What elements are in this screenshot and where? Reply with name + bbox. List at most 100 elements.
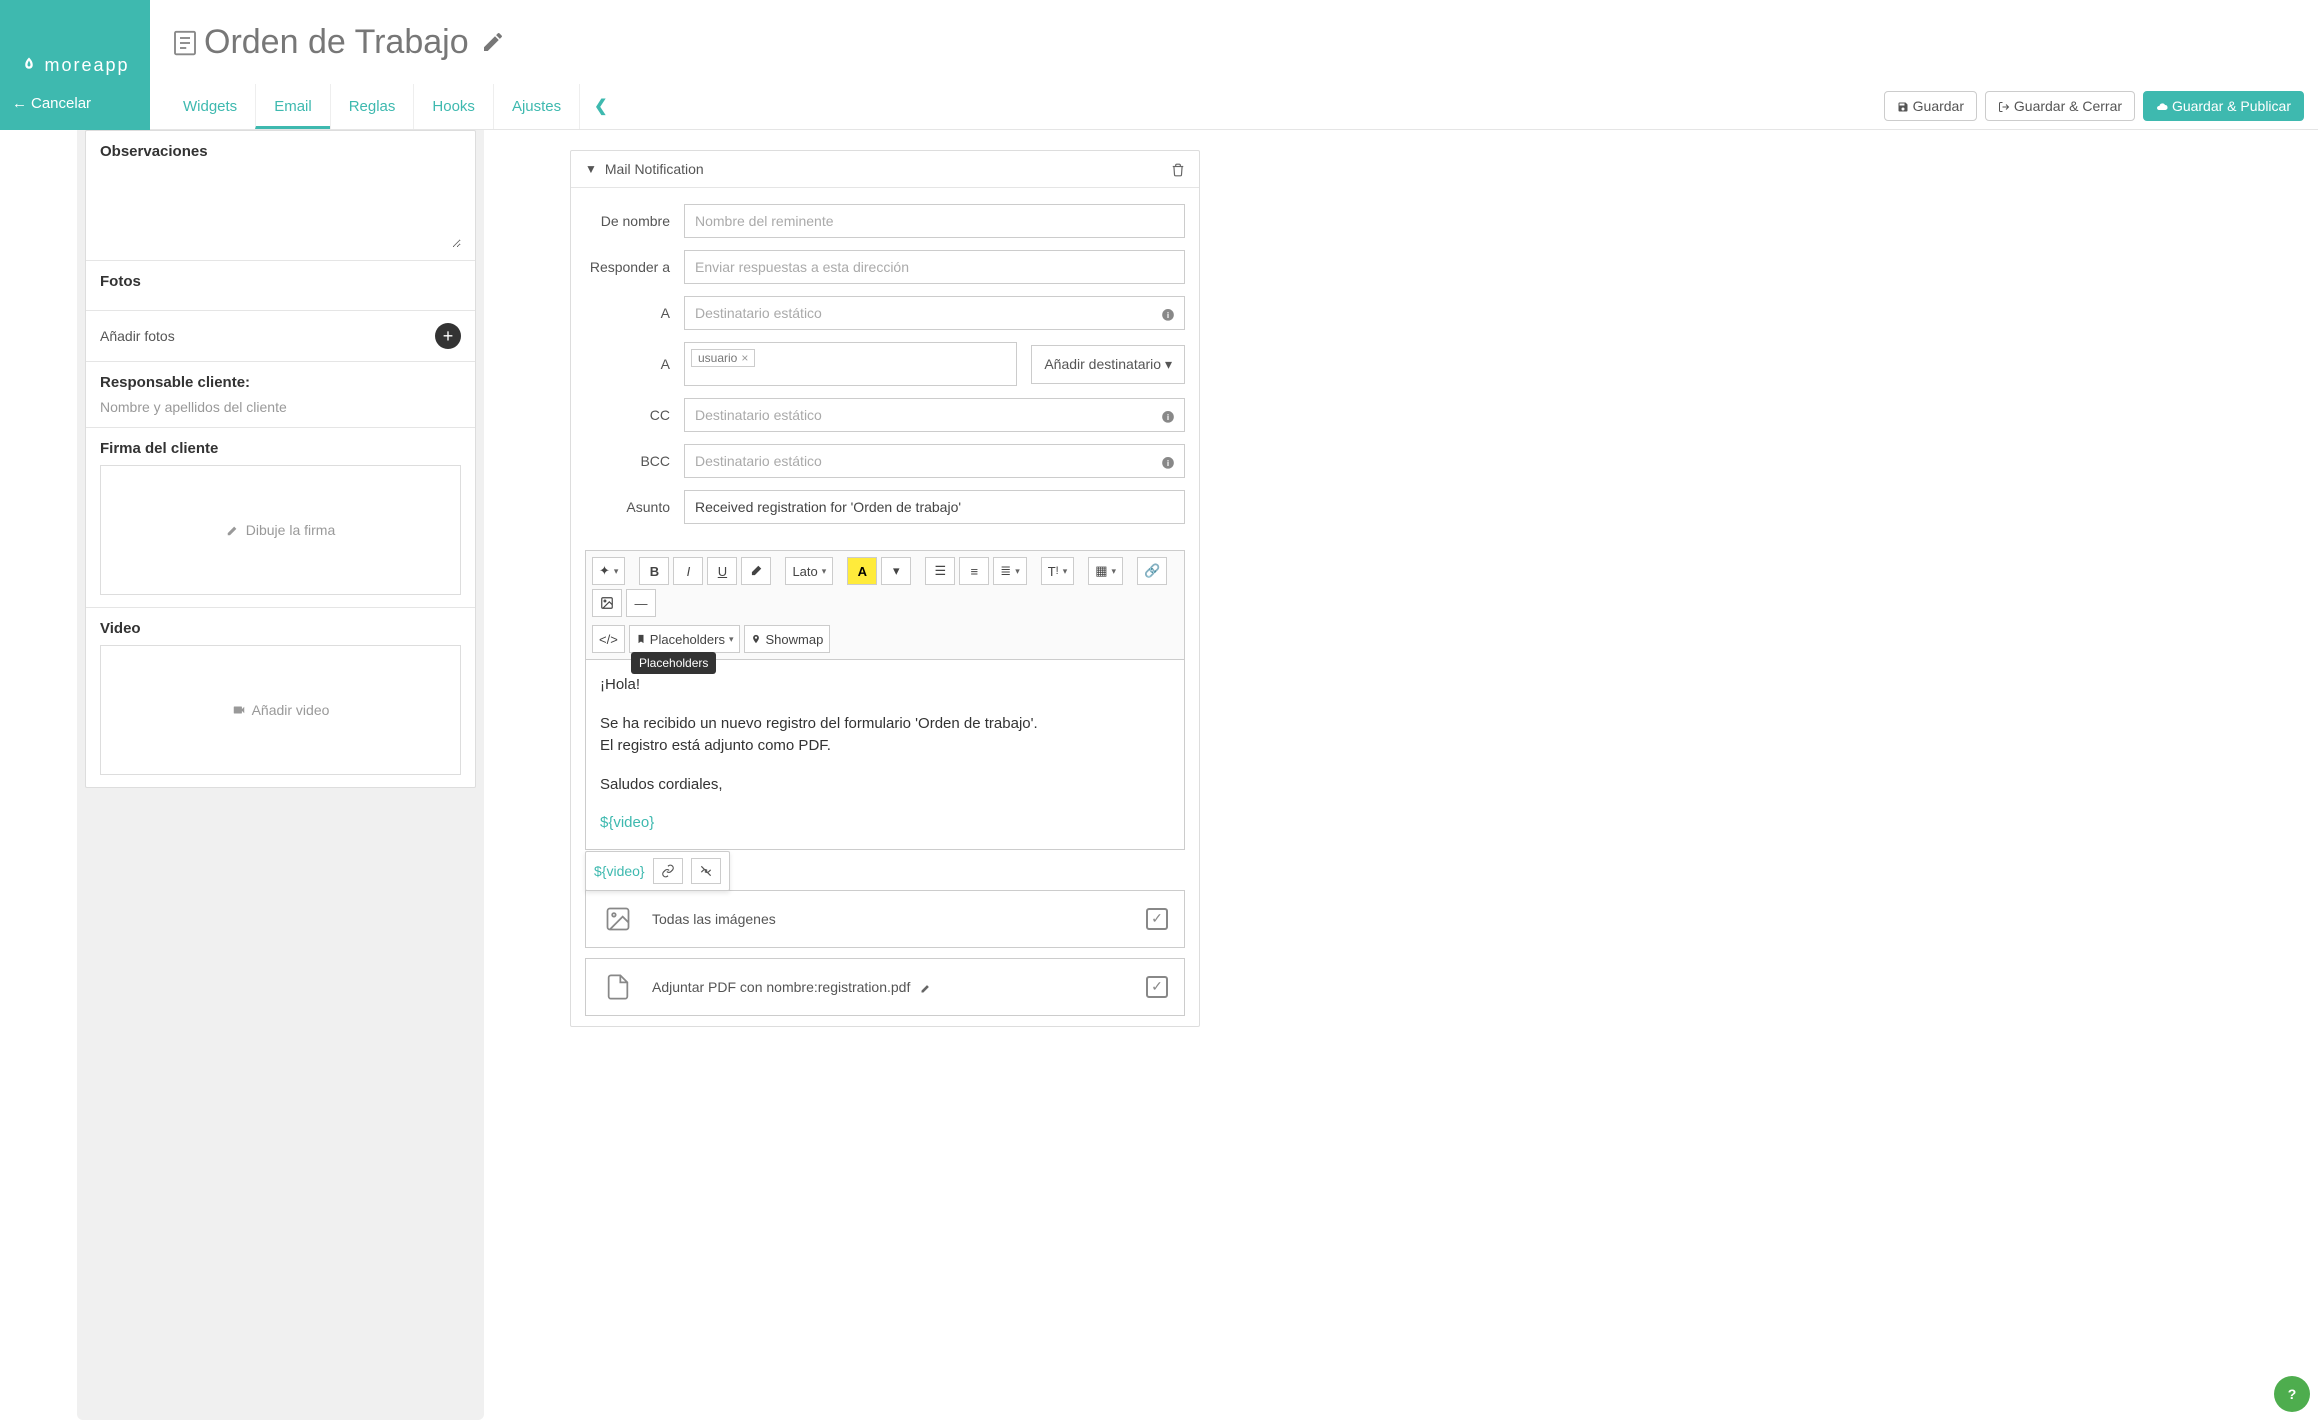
label-responder: Responder a	[585, 259, 670, 275]
card-title: Mail Notification	[605, 161, 704, 177]
add-recipient-button[interactable]: Añadir destinatario ▾	[1031, 345, 1185, 384]
label-a-static: A	[585, 305, 670, 321]
observaciones-label: Observaciones	[100, 143, 461, 160]
anadir-fotos-label: Añadir fotos	[100, 328, 175, 344]
info-icon[interactable]: i	[1161, 305, 1175, 321]
pdf-icon	[602, 971, 634, 1003]
placeholders-tooltip: Placeholders	[631, 652, 716, 674]
tab-ajustes[interactable]: Ajustes	[493, 84, 579, 129]
asunto-input[interactable]	[684, 490, 1185, 524]
responsable-placeholder: Nombre y apellidos del cliente	[100, 399, 461, 415]
all-images-label: Todas las imágenes	[652, 911, 776, 927]
video-box[interactable]: Añadir video	[100, 645, 461, 775]
bookmark-icon	[636, 634, 646, 644]
image-button[interactable]	[592, 589, 622, 617]
unlink-button[interactable]	[691, 858, 721, 884]
link-popover: ${video}	[585, 851, 730, 891]
edit-link-button[interactable]	[653, 858, 683, 884]
firma-label: Firma del cliente	[100, 440, 461, 457]
pin-icon	[751, 634, 761, 644]
camera-icon	[232, 703, 246, 717]
page-title: Orden de Trabajo	[204, 23, 469, 62]
unlink-icon	[699, 864, 713, 878]
cancel-link[interactable]: Cancelar	[12, 95, 91, 112]
leaf-icon	[20, 56, 38, 74]
body-line-1: ¡Hola!	[600, 674, 1170, 697]
body-line-2: Se ha recibido un nuevo registro del for…	[600, 713, 1170, 736]
showmap-button[interactable]: Showmap	[744, 625, 830, 653]
exit-icon	[1998, 101, 2010, 113]
images-icon	[602, 903, 634, 935]
caret-down-icon[interactable]: ▼	[585, 162, 597, 176]
video-placeholder-text[interactable]: ${video}	[600, 814, 654, 831]
all-images-row[interactable]: Todas las imágenes ✓	[585, 890, 1185, 948]
signature-box[interactable]: Dibuje la firma	[100, 465, 461, 595]
brand-name: moreapp	[44, 55, 129, 76]
user-chip[interactable]: usuario ×	[691, 349, 755, 367]
link-button[interactable]: 🔗	[1137, 557, 1167, 585]
tab-reglas[interactable]: Reglas	[330, 84, 414, 129]
editor-body[interactable]: Placeholders ¡Hola! Se ha recibido un nu…	[585, 659, 1185, 850]
body-line-4: Saludos cordiales,	[600, 774, 1170, 797]
align-button[interactable]: ≣	[993, 557, 1026, 585]
cloud-upload-icon	[2156, 101, 2168, 113]
save-icon	[1897, 101, 1909, 113]
save-button[interactable]: Guardar	[1884, 91, 1977, 121]
de-nombre-input[interactable]	[684, 204, 1185, 238]
link-icon	[661, 864, 675, 878]
save-publish-button[interactable]: Guardar & Publicar	[2143, 91, 2304, 121]
label-cc: CC	[585, 407, 670, 423]
tab-hooks[interactable]: Hooks	[413, 84, 493, 129]
chevron-down-icon: ▾	[1165, 356, 1172, 372]
popover-link-text[interactable]: ${video}	[594, 863, 645, 879]
text-color-caret[interactable]: ▾	[881, 557, 911, 585]
svg-text:i: i	[1167, 458, 1169, 467]
editor-toolbar: ✦ B I U Lato A ▾ ☰ ≡ ≣ T! ▦	[585, 550, 1185, 659]
tab-email[interactable]: Email	[255, 84, 330, 129]
chip-remove-icon[interactable]: ×	[741, 351, 748, 365]
responsable-label: Responsable cliente:	[100, 374, 461, 391]
help-fab[interactable]: ?	[2274, 1376, 2310, 1412]
text-format-button[interactable]: T!	[1041, 557, 1075, 585]
info-icon[interactable]: i	[1161, 453, 1175, 469]
label-bcc: BCC	[585, 453, 670, 469]
form-icon	[170, 25, 200, 59]
all-images-checkbox[interactable]: ✓	[1146, 908, 1168, 930]
ul-button[interactable]: ☰	[925, 557, 955, 585]
placeholders-button[interactable]: Placeholders	[629, 625, 741, 653]
video-label: Video	[100, 620, 461, 637]
a-dynamic-field[interactable]: usuario ×	[684, 342, 1017, 386]
font-dropdown[interactable]: Lato	[785, 557, 833, 585]
pdf-row[interactable]: Adjuntar PDF con nombre:registration.pdf…	[585, 958, 1185, 1016]
eraser-button[interactable]	[741, 557, 771, 585]
responder-input[interactable]	[684, 250, 1185, 284]
observaciones-textarea[interactable]	[100, 168, 461, 248]
bcc-input[interactable]	[684, 444, 1185, 478]
tab-collapse-arrow[interactable]: ❮	[579, 84, 621, 129]
fotos-label: Fotos	[100, 273, 461, 290]
a-static-input[interactable]	[684, 296, 1185, 330]
tab-widgets[interactable]: Widgets	[165, 84, 255, 129]
italic-button[interactable]: I	[673, 557, 703, 585]
pencil-icon	[226, 523, 240, 537]
cc-input[interactable]	[684, 398, 1185, 432]
pdf-label: Adjuntar PDF con nombre:registration.pdf	[652, 979, 910, 995]
magic-wand-button[interactable]: ✦	[592, 557, 625, 585]
underline-button[interactable]: U	[707, 557, 737, 585]
label-de-nombre: De nombre	[585, 213, 670, 229]
edit-pdf-name-button[interactable]	[920, 979, 932, 995]
edit-title-icon[interactable]	[481, 30, 505, 54]
code-button[interactable]: </>	[592, 625, 625, 653]
delete-card-button[interactable]	[1171, 161, 1185, 177]
svg-text:i: i	[1167, 310, 1169, 319]
pdf-checkbox[interactable]: ✓	[1146, 976, 1168, 998]
save-close-button[interactable]: Guardar & Cerrar	[1985, 91, 2135, 121]
info-icon[interactable]: i	[1161, 407, 1175, 423]
body-line-3: El registro está adjunto como PDF.	[600, 735, 1170, 758]
add-photo-button[interactable]: +	[435, 323, 461, 349]
hr-button[interactable]: —	[626, 589, 656, 617]
table-button[interactable]: ▦	[1088, 557, 1123, 585]
bold-button[interactable]: B	[639, 557, 669, 585]
text-color-button[interactable]: A	[847, 557, 877, 585]
ol-button[interactable]: ≡	[959, 557, 989, 585]
